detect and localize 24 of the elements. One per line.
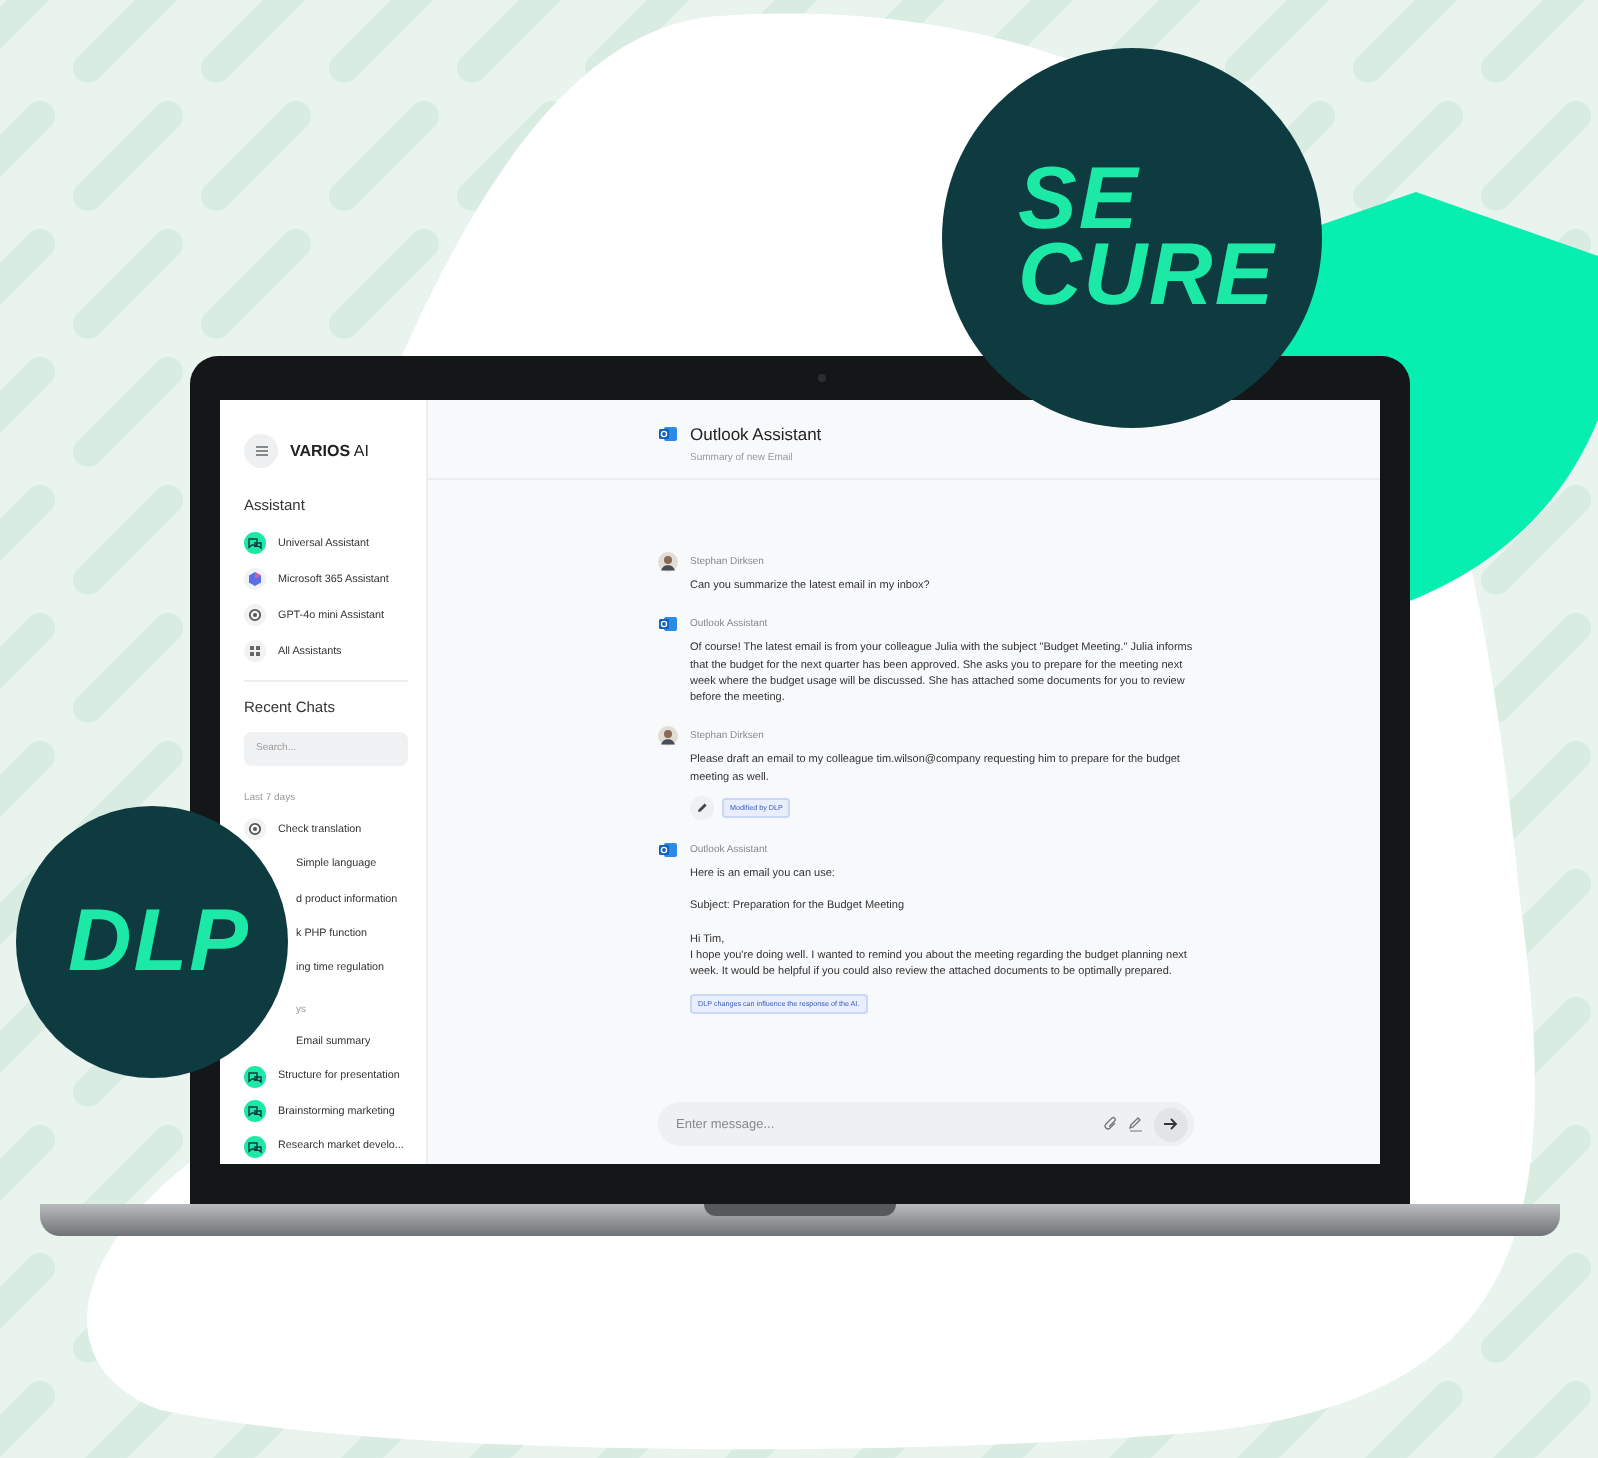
hexagon-logo-icon (244, 568, 266, 591)
mail-logo-icon (658, 840, 678, 861)
chat-title: Outlook Assistant (690, 424, 822, 444)
person-avatar-icon (658, 552, 678, 572)
menu-button[interactable] (244, 434, 278, 468)
person-avatar-icon (658, 726, 678, 747)
app-name: VARIOS AI (290, 442, 369, 460)
menu-icon (255, 446, 267, 456)
send-button[interactable] (1154, 1107, 1188, 1141)
grid-icon (244, 640, 266, 663)
chat-bubbles-icon (244, 1065, 266, 1088)
mail-logo-icon (658, 614, 678, 635)
chat-bubbles-icon (244, 1100, 266, 1123)
badge-text: SE (1018, 162, 1140, 238)
pencil-icon (696, 802, 708, 815)
badge-text: DLP (68, 904, 252, 980)
edit-button[interactable] (690, 796, 714, 821)
chat-bubbles-icon (244, 1135, 266, 1158)
mail-logo-icon (658, 424, 678, 444)
arrow-right-icon (1164, 1118, 1178, 1130)
chat-bubbles-icon (244, 532, 266, 555)
pen-icon[interactable] (1128, 1116, 1144, 1132)
badge-text: CURE (1018, 238, 1278, 314)
paperclip-icon[interactable] (1104, 1116, 1118, 1132)
